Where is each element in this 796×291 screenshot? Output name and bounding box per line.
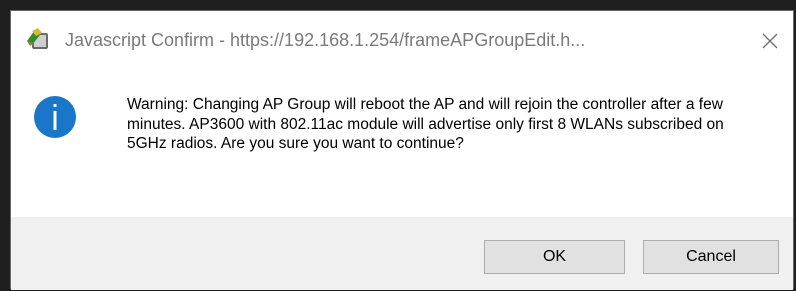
title-bar[interactable]: Javascript Confirm - https://192.168.1.2… [11, 11, 793, 71]
dialog-content: Warning: Changing AP Group will reboot t… [11, 71, 793, 217]
cancel-button[interactable]: Cancel [643, 240, 779, 274]
button-bar: OK Cancel [11, 217, 793, 290]
ok-button[interactable]: OK [484, 240, 625, 274]
screen-background: Javascript Confirm - https://192.168.1.2… [0, 0, 796, 291]
confirm-dialog: Javascript Confirm - https://192.168.1.2… [10, 10, 794, 290]
java-applet-icon [25, 27, 51, 51]
dialog-message: Warning: Changing AP Group will reboot t… [127, 96, 724, 152]
information-icon [33, 95, 77, 139]
window-title: Javascript Confirm - https://192.168.1.2… [65, 30, 586, 50]
close-button[interactable] [747, 11, 793, 71]
close-icon [761, 32, 779, 50]
